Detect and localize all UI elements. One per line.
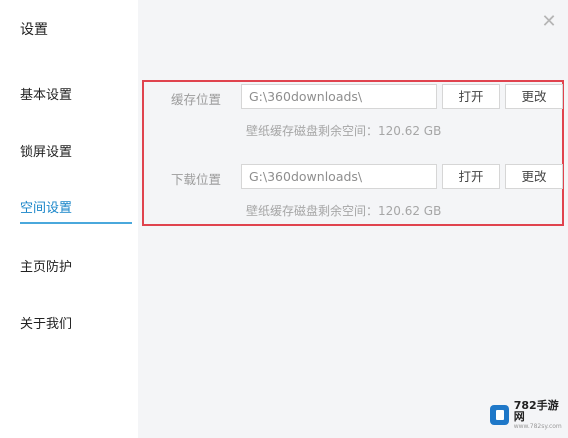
sidebar-item-about-us[interactable]: 关于我们 bbox=[20, 312, 132, 338]
window-title: 设置 bbox=[20, 22, 48, 38]
sidebar: 设置 基本设置 锁屏设置 空间设置 主页防护 关于我们 bbox=[0, 0, 138, 438]
close-icon[interactable]: ✕ bbox=[541, 13, 557, 31]
download-free-space-text: 壁纸缓存磁盘剩余空间：120.62 GB bbox=[246, 204, 442, 218]
sidebar-item-basic-settings[interactable]: 基本设置 bbox=[20, 83, 132, 109]
cache-location-label: 缓存位置 bbox=[171, 92, 222, 107]
sidebar-item-lockscreen-settings[interactable]: 锁屏设置 bbox=[20, 140, 132, 166]
download-path-field[interactable] bbox=[241, 164, 437, 189]
watermark: 782手游网 www.782sy.com bbox=[490, 398, 566, 432]
watermark-url: www.782sy.com bbox=[513, 423, 562, 430]
cache-free-space-text: 壁纸缓存磁盘剩余空间：120.62 GB bbox=[246, 124, 442, 138]
watermark-text: 782手游网 bbox=[513, 399, 559, 423]
cache-change-button[interactable]: 更改 bbox=[505, 84, 563, 109]
download-open-button[interactable]: 打开 bbox=[442, 164, 500, 189]
watermark-logo-icon bbox=[490, 405, 509, 425]
cache-path-field[interactable] bbox=[241, 84, 437, 109]
download-change-button[interactable]: 更改 bbox=[505, 164, 563, 189]
download-location-label: 下载位置 bbox=[171, 172, 222, 187]
sidebar-item-homepage-protection[interactable]: 主页防护 bbox=[20, 255, 132, 281]
sidebar-item-space-settings[interactable]: 空间设置 bbox=[20, 196, 132, 224]
cache-open-button[interactable]: 打开 bbox=[442, 84, 500, 109]
